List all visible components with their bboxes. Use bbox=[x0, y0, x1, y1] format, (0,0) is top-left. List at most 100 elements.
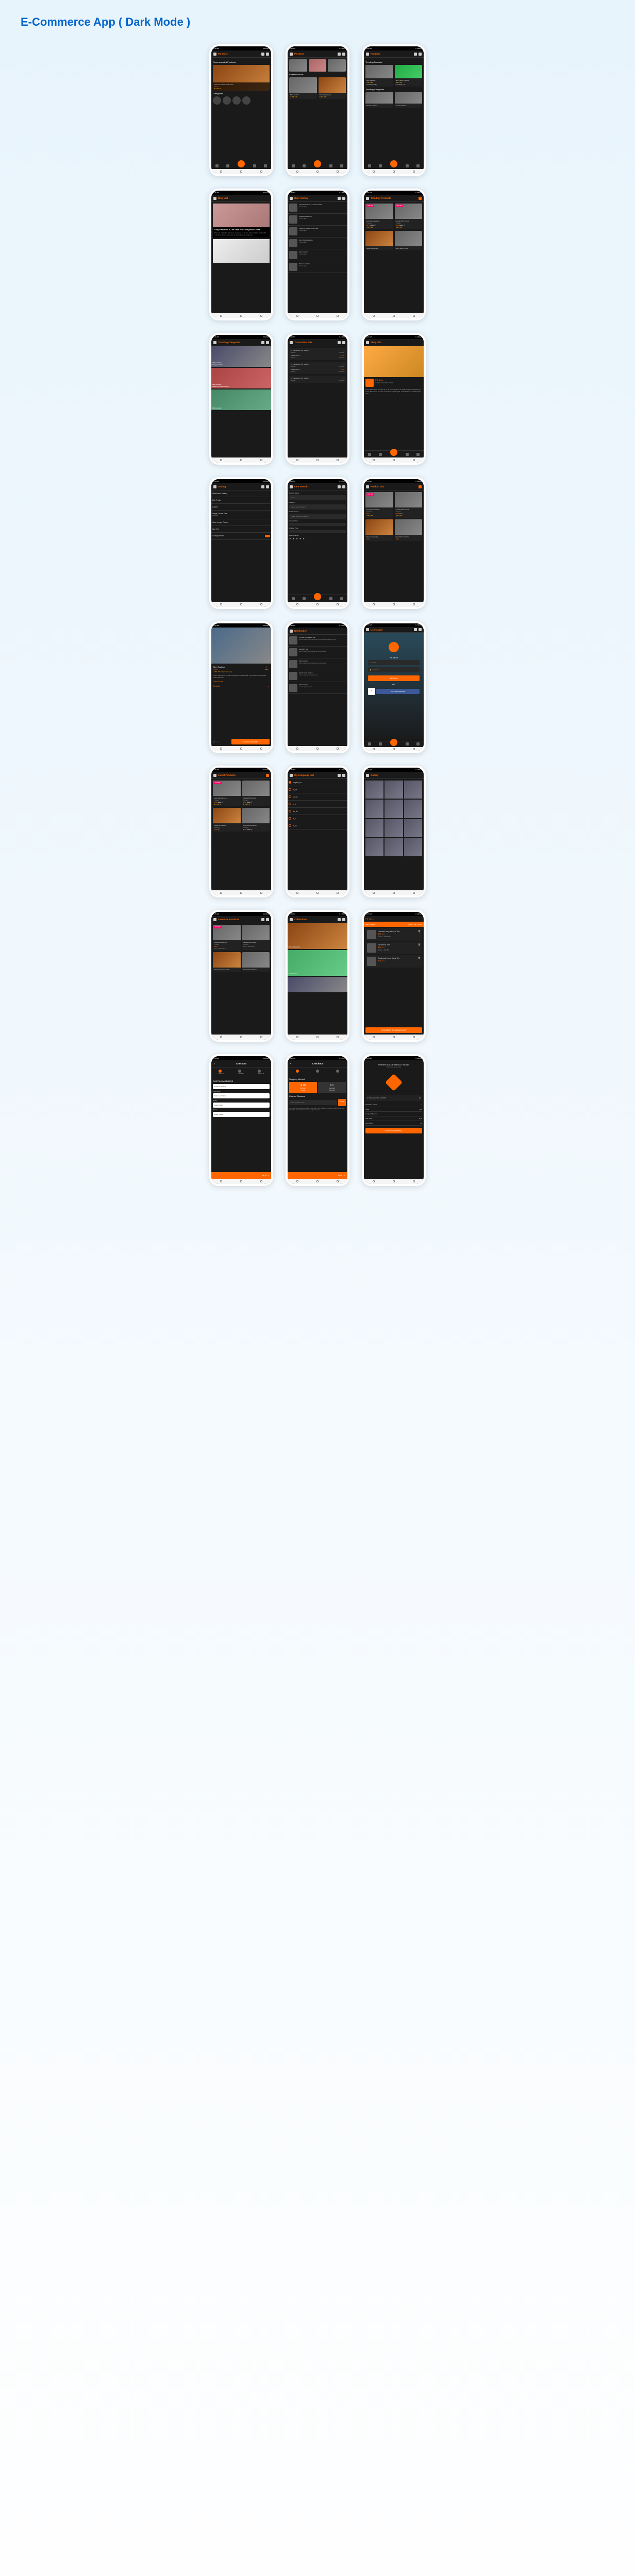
back-icon[interactable] bbox=[213, 341, 216, 344]
star-icon[interactable]: ★ bbox=[303, 537, 305, 540]
bag-icon[interactable] bbox=[419, 628, 422, 631]
product-card[interactable]: Casual Work DressTrouser$200 $500★★★★★ bbox=[395, 492, 423, 518]
cart-icon[interactable]: 🛒 bbox=[374, 224, 376, 226]
bell-icon[interactable] bbox=[338, 774, 341, 777]
close-icon[interactable]: ✕ bbox=[213, 1062, 215, 1065]
notification-item[interactable]: Unravel long sleeve TeeLorem ipsum dolor… bbox=[288, 635, 347, 647]
gallery-item[interactable] bbox=[404, 781, 422, 799]
nav-user-icon[interactable] bbox=[406, 453, 409, 456]
hero-product[interactable]: Tassel tie paisley print dress$ 240★★★★★ bbox=[213, 65, 270, 91]
bag-icon[interactable] bbox=[342, 774, 345, 777]
notification-item[interactable]: Kids FashionLorem ipsum dolor bbox=[288, 682, 347, 694]
back-icon[interactable] bbox=[213, 485, 216, 488]
product-card[interactable]: Tassel tie paisley...★★★★★ bbox=[319, 77, 346, 99]
nav-fab[interactable] bbox=[314, 160, 321, 167]
category-item[interactable] bbox=[242, 96, 250, 105]
cart-icon[interactable]: 🛒 bbox=[404, 224, 406, 226]
highest-price-input[interactable] bbox=[289, 530, 346, 533]
nav-home-icon[interactable] bbox=[292, 164, 295, 167]
collection-tile[interactable]: Kids Fashion bbox=[288, 950, 347, 976]
back-icon[interactable] bbox=[366, 485, 369, 488]
category-select[interactable]: Please select category bbox=[289, 504, 346, 510]
claim-button[interactable]: CLAIM bbox=[338, 1099, 346, 1106]
setting-profile[interactable]: Edit Profile bbox=[211, 497, 271, 504]
nav-cart-icon[interactable] bbox=[416, 453, 420, 456]
nav-fav-icon[interactable] bbox=[303, 164, 306, 167]
language-option[interactable]: fr_fr bbox=[288, 801, 347, 808]
back-icon[interactable] bbox=[290, 197, 293, 200]
bell-icon[interactable] bbox=[414, 628, 417, 631]
product-card[interactable]: Sport Ware Fashion$400 bbox=[395, 519, 423, 541]
cart-icon[interactable] bbox=[419, 485, 422, 488]
cart-item[interactable]: Backpack bear long Tee$96 x 1🗑 bbox=[365, 955, 422, 968]
star-icon[interactable]: ★ bbox=[296, 537, 298, 540]
transaction-card[interactable]: ⊙ Transaction No : 201957>Status -Pendin… bbox=[289, 376, 346, 383]
nav-cart-icon[interactable] bbox=[264, 164, 267, 167]
category-tile[interactable]: 349 products bbox=[211, 389, 271, 410]
setting-change-mode[interactable]: Change Mode bbox=[211, 533, 271, 540]
history-item[interactable]: Men Fashion5 days ago bbox=[288, 249, 347, 261]
category-card[interactable]: Rocker Fashion bbox=[365, 92, 393, 108]
product-card[interactable]: Sport Ware Fashion bbox=[242, 952, 270, 972]
star-icon[interactable]: ★ bbox=[299, 537, 302, 540]
share-icon[interactable]: ⤴ bbox=[213, 740, 215, 743]
nav-fav-icon[interactable] bbox=[379, 742, 382, 745]
menu-icon[interactable] bbox=[366, 628, 369, 631]
bell-icon[interactable] bbox=[414, 53, 417, 56]
product-card[interactable]: Casual Work DressTrouser0.0 ( 0 Reviews … bbox=[242, 925, 270, 951]
back-icon[interactable] bbox=[290, 485, 293, 488]
setting-app-info[interactable]: App Info bbox=[211, 526, 271, 533]
collection-tile[interactable]: Women Fashion bbox=[288, 923, 347, 949]
gallery-item[interactable] bbox=[385, 800, 403, 818]
gallery-item[interactable] bbox=[365, 800, 383, 818]
product-card[interactable]: 10% OFFLady Sleeveless A...Trouser$270 $… bbox=[213, 781, 241, 806]
nav-fab[interactable] bbox=[390, 160, 397, 167]
toggle-switch[interactable] bbox=[265, 535, 270, 537]
back-icon[interactable] bbox=[290, 341, 293, 344]
phone-input[interactable]: Enter Phone bbox=[213, 1112, 270, 1117]
nav-home-icon[interactable] bbox=[368, 742, 371, 745]
nav-home-icon[interactable] bbox=[368, 453, 371, 456]
lowest-price-input[interactable] bbox=[289, 523, 346, 526]
history-item[interactable]: Lady Sleeveless A-Line Lace Dre...6 days… bbox=[288, 202, 347, 214]
bag-icon[interactable] bbox=[266, 485, 269, 488]
bell-icon[interactable] bbox=[261, 485, 264, 488]
collection-tile[interactable] bbox=[288, 977, 347, 992]
category-item[interactable] bbox=[213, 96, 221, 105]
google-button[interactable]: G bbox=[368, 688, 375, 695]
setting-logout[interactable]: Logout bbox=[211, 504, 271, 511]
next-button[interactable]: NEXT > bbox=[211, 1172, 271, 1179]
shipping-standard[interactable]: $ 9Standard5-8 Days bbox=[318, 1082, 346, 1093]
blog-image[interactable] bbox=[213, 204, 270, 227]
delete-icon[interactable]: 🗑 bbox=[418, 930, 421, 939]
bag-icon[interactable] bbox=[266, 918, 269, 921]
bell-icon[interactable] bbox=[261, 918, 264, 921]
gallery-item[interactable] bbox=[404, 819, 422, 837]
bag-icon[interactable] bbox=[342, 485, 345, 488]
nav-cart-icon[interactable] bbox=[340, 597, 343, 600]
product-card[interactable]: Sport Ware Dress bbox=[395, 231, 423, 250]
cart-icon[interactable]: 🛒 bbox=[222, 801, 224, 803]
email-input[interactable]: ✉Email bbox=[368, 660, 420, 665]
gallery-item[interactable] bbox=[385, 781, 403, 799]
signin-button[interactable]: SIGN IN bbox=[368, 675, 420, 681]
cart-icon[interactable]: 🛒 bbox=[218, 828, 220, 831]
back-icon[interactable] bbox=[366, 197, 369, 200]
bell-icon[interactable] bbox=[338, 918, 341, 921]
gallery-item[interactable] bbox=[365, 781, 383, 799]
last-name-input[interactable]: Enter Last Name bbox=[213, 1093, 270, 1098]
coupon-input[interactable]: Enter Coupon Code bbox=[289, 1100, 337, 1105]
setting-clear-cache[interactable]: Clear Image Cache bbox=[211, 519, 271, 526]
notification-item[interactable]: Elephant TeeLorem ipsum dolor sit amet c… bbox=[288, 647, 347, 658]
back-icon[interactable] bbox=[213, 918, 216, 921]
email-input[interactable]: Enter Email bbox=[213, 1103, 270, 1108]
nav-fav-icon[interactable] bbox=[303, 597, 306, 600]
cart-item[interactable]: Unravel long sleeve Tee$96 x 1Size - Med… bbox=[365, 928, 422, 941]
bell-icon[interactable] bbox=[338, 197, 341, 200]
nav-fab[interactable] bbox=[238, 160, 245, 167]
notification-item[interactable]: Sports ware fashionLorem ipsum dolor sit… bbox=[288, 670, 347, 682]
transaction-card[interactable]: ⊙ Transaction No : 201957>Status -Pendin… bbox=[289, 348, 346, 360]
product-card[interactable]: Men Fashion★★★★★ bbox=[289, 77, 317, 99]
cart-icon[interactable] bbox=[419, 197, 422, 200]
shipping-premium[interactable]: $ 10Premuin1 Day bbox=[289, 1082, 317, 1093]
